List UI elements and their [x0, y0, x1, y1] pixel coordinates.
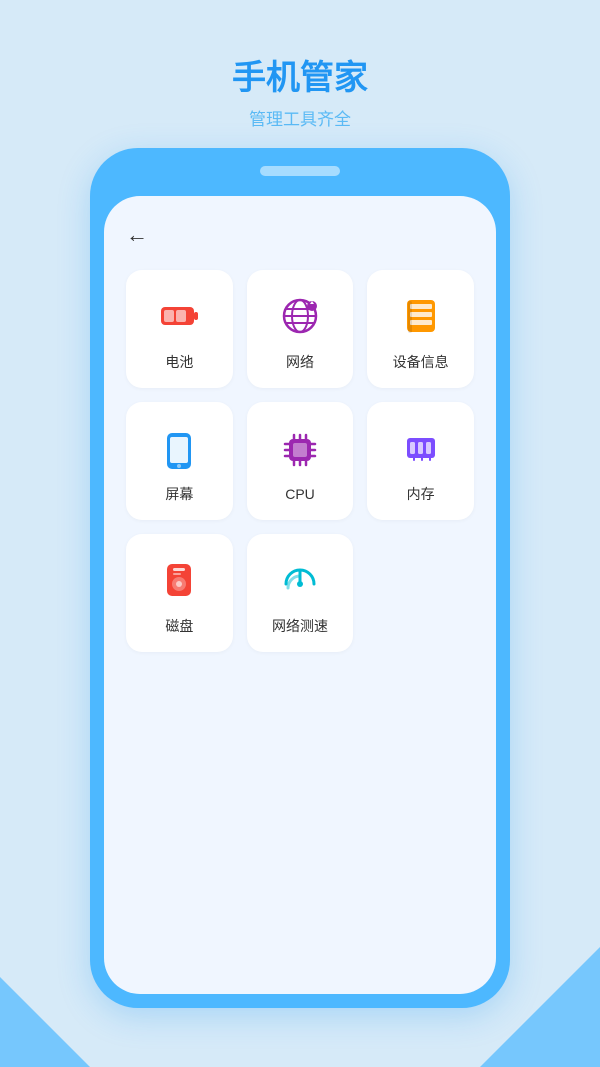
battery-icon	[155, 292, 203, 340]
grid-item-label-disk: 磁盘	[165, 616, 193, 636]
screen-content: ← 电池 网络 设备信息	[104, 196, 496, 672]
grid-item-label-cpu: CPU	[285, 486, 315, 502]
grid-item-battery[interactable]: 电池	[126, 270, 233, 388]
page-header: 手机管家 管理工具齐全	[0, 0, 600, 150]
phone-screen: ← 电池 网络 设备信息	[104, 196, 496, 994]
grid-item-device-info[interactable]: 设备信息	[367, 270, 474, 388]
grid-item-memory[interactable]: 内存	[367, 402, 474, 520]
phone-frame: ← 电池 网络 设备信息	[90, 148, 510, 1008]
tools-grid: 电池 网络 设备信息 屏幕	[126, 270, 474, 652]
back-button[interactable]: ←	[126, 224, 148, 246]
bg-decoration-left	[0, 977, 90, 1067]
grid-item-network[interactable]: 网络	[247, 270, 354, 388]
network-icon	[276, 292, 324, 340]
device-icon	[397, 292, 445, 340]
memory-icon	[397, 424, 445, 472]
grid-item-cpu[interactable]: CPU	[247, 402, 354, 520]
grid-item-speedtest[interactable]: 网络测速	[247, 534, 354, 652]
speedtest-icon	[276, 556, 324, 604]
app-subtitle: 管理工具齐全	[0, 105, 600, 130]
grid-item-label-memory: 内存	[407, 484, 435, 504]
grid-item-disk[interactable]: 磁盘	[126, 534, 233, 652]
grid-item-label-speedtest: 网络测速	[272, 616, 328, 636]
disk-icon	[155, 556, 203, 604]
grid-item-label-network: 网络	[286, 352, 314, 372]
grid-item-label-battery: 电池	[165, 352, 193, 372]
screen-icon	[155, 424, 203, 472]
phone-notch	[260, 166, 340, 176]
grid-item-label-device-info: 设备信息	[393, 352, 449, 372]
grid-item-screen[interactable]: 屏幕	[126, 402, 233, 520]
cpu-icon	[276, 426, 324, 474]
grid-item-label-screen: 屏幕	[165, 484, 193, 504]
app-title: 手机管家	[0, 50, 600, 99]
